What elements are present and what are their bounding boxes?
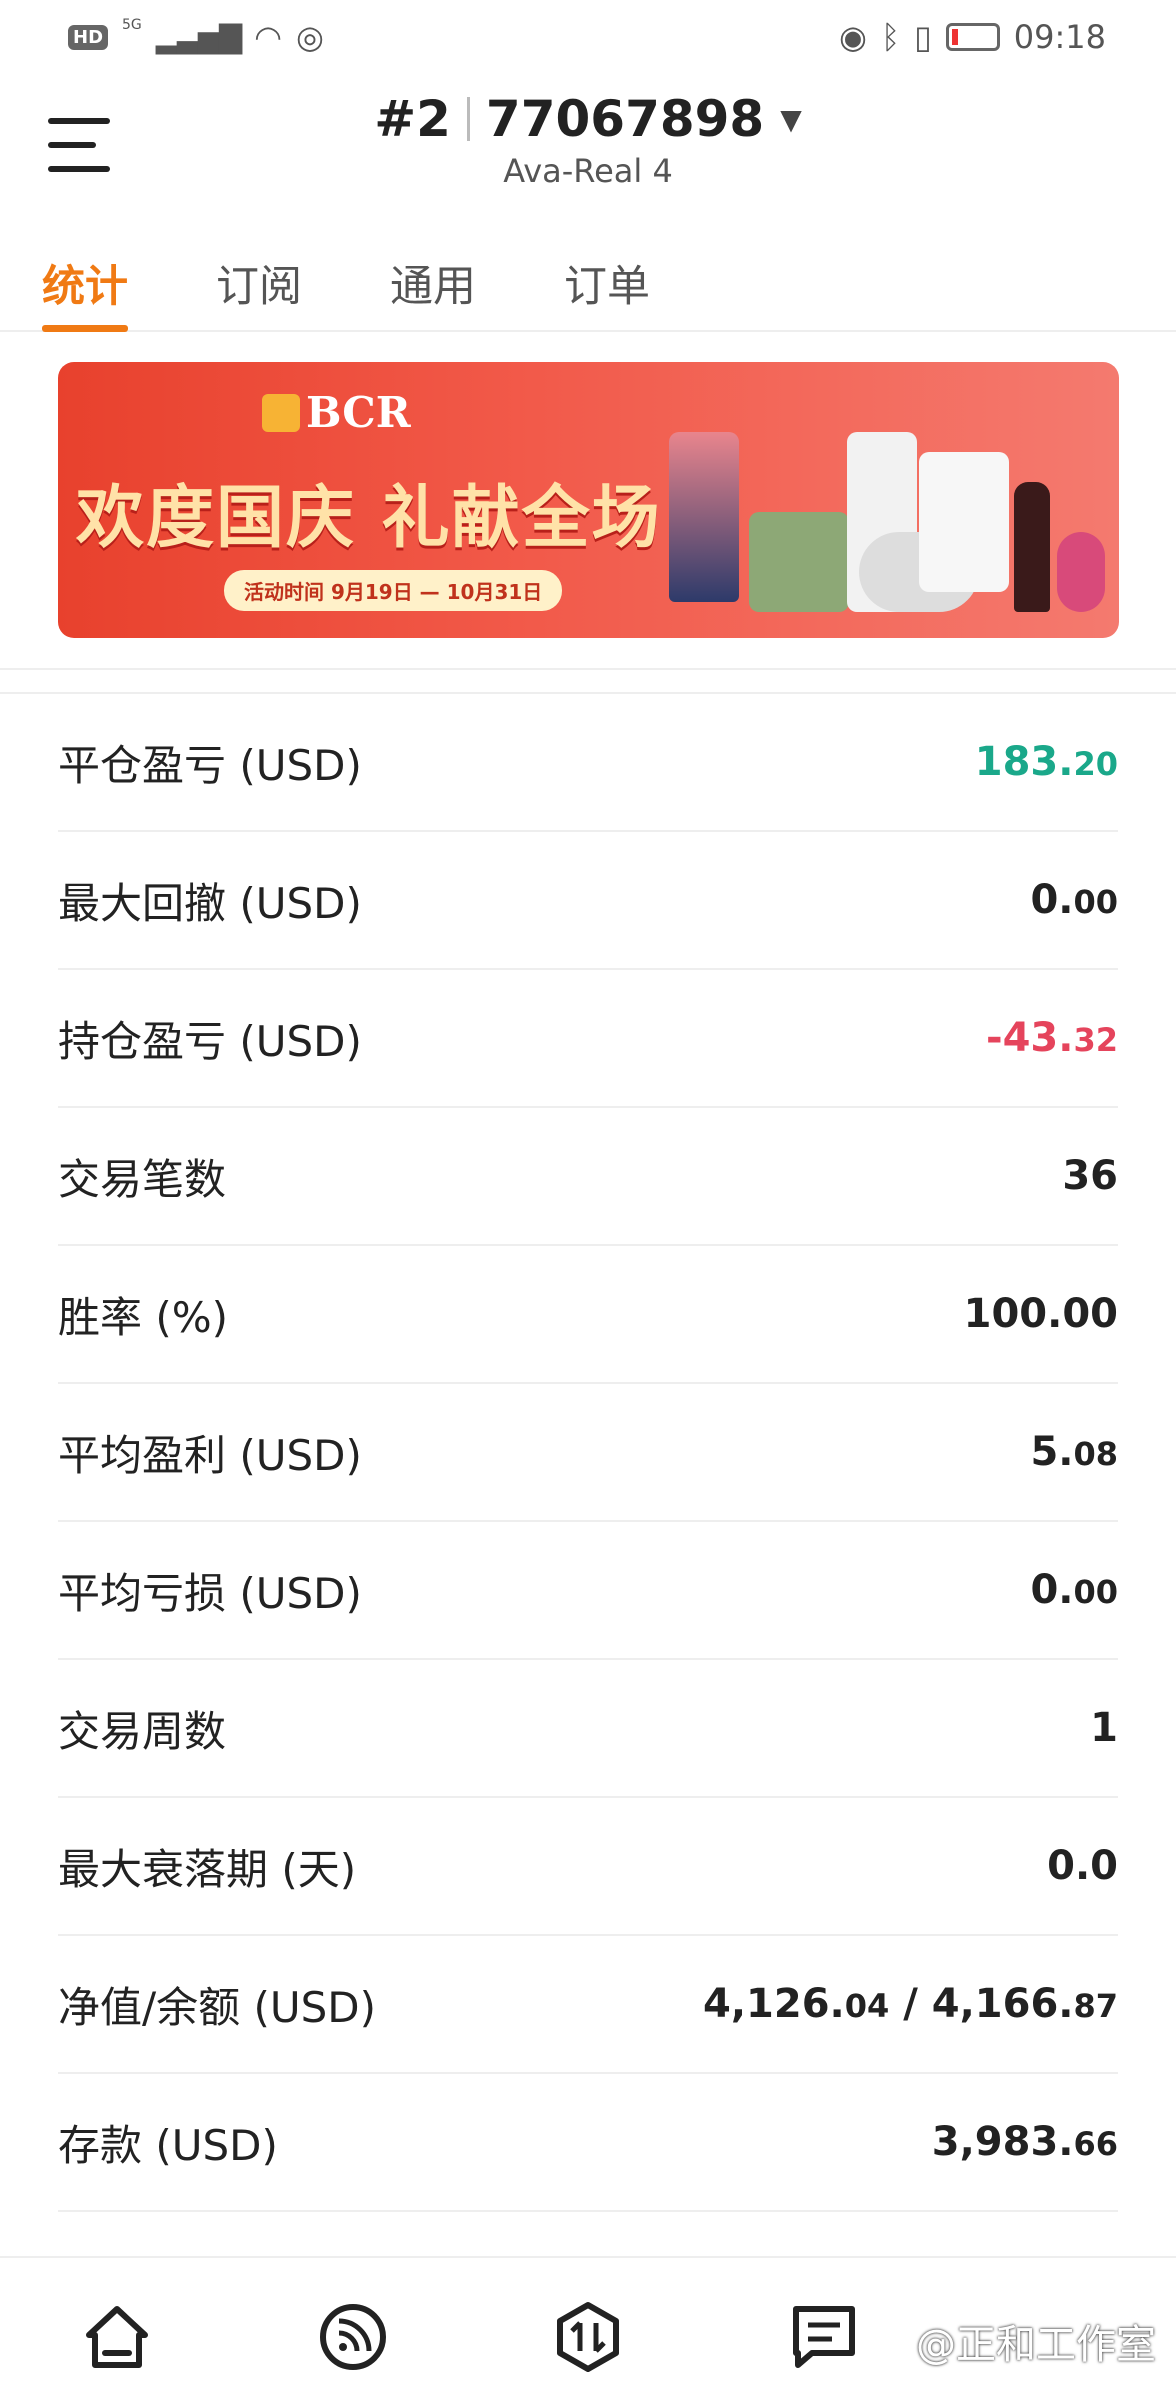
hd-icon: HD bbox=[68, 24, 109, 50]
wifi-icon: ◠ bbox=[254, 18, 282, 56]
stat-label: 净值/余额 (USD) bbox=[58, 1982, 377, 2032]
stat-label: 交易笔数 bbox=[58, 1154, 227, 1204]
divider bbox=[466, 97, 470, 141]
status-bar: HD 5G ▂▃▅▇ ◠ ◎ ◉ ᛒ ▯ 09:18 bbox=[0, 0, 1176, 76]
stat-label: 平仓盈亏 (USD) bbox=[58, 740, 362, 790]
account-id: 77067898 bbox=[485, 90, 765, 148]
stat-row: 持仓盈亏 (USD) -43.32 bbox=[58, 970, 1118, 1108]
stat-label: 最大衰落期 (天) bbox=[58, 1844, 357, 1894]
stats-list: 平仓盈亏 (USD) 183.20 最大回撤 (USD) 0.00 持仓盈亏 (… bbox=[0, 692, 1176, 2212]
tab-general[interactable]: 通用 bbox=[390, 208, 476, 332]
signal-icon: ▂▃▅▇ bbox=[155, 19, 242, 55]
orders-icon[interactable] bbox=[785, 2298, 863, 2376]
caret-down-icon: ▼ bbox=[780, 102, 802, 136]
promo-banner[interactable]: BCR 欢度国庆 礼献全场 活动时间 9月19日 — 10月31日 bbox=[58, 362, 1119, 638]
product-images bbox=[669, 382, 1105, 622]
date-pill: 活动时间 9月19日 — 10月31日 bbox=[224, 570, 563, 611]
stat-value: 4,126.04 / 4,166.87 bbox=[703, 1981, 1118, 2027]
stat-value: 36 bbox=[1062, 1153, 1118, 1199]
bottom-nav: @正和工作室 bbox=[0, 2256, 1176, 2400]
stat-label: 胜率 (%) bbox=[58, 1292, 229, 1342]
account-selector[interactable]: #2 77067898 ▼ Ava-Real 4 bbox=[0, 90, 1176, 190]
eye-icon: ◉ bbox=[839, 18, 867, 56]
tab-bar: 统计 订阅 通用 订单 bbox=[0, 208, 1176, 332]
watermark: @正和工作室 bbox=[916, 2304, 1156, 2370]
stat-label: 平均亏损 (USD) bbox=[58, 1568, 362, 1618]
rss-icon[interactable] bbox=[314, 2298, 392, 2376]
stat-row: 净值/余额 (USD) 4,126.04 / 4,166.87 bbox=[58, 1936, 1118, 2074]
stat-value: 183.20 bbox=[974, 739, 1118, 785]
blender-image bbox=[669, 432, 739, 602]
app-header: #2 77067898 ▼ Ava-Real 4 bbox=[0, 76, 1176, 208]
stat-value: 100.00 bbox=[963, 1291, 1118, 1337]
stat-label: 交易周数 bbox=[58, 1706, 227, 1756]
stat-label: 存款 (USD) bbox=[58, 2120, 278, 2170]
stat-value: 1 bbox=[1090, 1705, 1118, 1751]
bcr-logo: BCR bbox=[262, 388, 411, 437]
clock: 09:18 bbox=[1013, 18, 1106, 56]
stat-row: 最大衰落期 (天) 0.0 bbox=[58, 1798, 1118, 1936]
banner-section: BCR 欢度国庆 礼献全场 活动时间 9月19日 — 10月31日 bbox=[0, 332, 1176, 670]
account-name: Ava-Real 4 bbox=[503, 152, 673, 190]
stat-label: 最大回撤 (USD) bbox=[58, 878, 362, 928]
stat-row: 平均盈利 (USD) 5.08 bbox=[58, 1384, 1118, 1522]
banner-headline: 欢度国庆 礼献全场 bbox=[76, 479, 662, 558]
stat-label: 平均盈利 (USD) bbox=[58, 1430, 362, 1480]
vibrate-icon: ▯ bbox=[914, 18, 932, 56]
purifier-image bbox=[919, 452, 1009, 592]
logo-text: BCR bbox=[306, 388, 411, 437]
stat-value: 0.0 bbox=[1047, 1843, 1118, 1889]
wine-image bbox=[1014, 482, 1050, 612]
stat-value: 5.08 bbox=[1030, 1429, 1118, 1475]
tab-stats[interactable]: 统计 bbox=[42, 208, 128, 332]
tab-orders[interactable]: 订单 bbox=[564, 208, 650, 332]
stat-label: 持仓盈亏 (USD) bbox=[58, 1016, 362, 1066]
watermark-text: @正和工作室 bbox=[916, 2322, 1156, 2368]
bluetooth-icon: ᛒ bbox=[880, 18, 901, 56]
stat-value: 3,983.66 bbox=[931, 2119, 1118, 2165]
stat-row: 存款 (USD) 3,983.66 bbox=[58, 2074, 1118, 2212]
tab-subscribe[interactable]: 订阅 bbox=[216, 208, 302, 332]
stat-row: 最大回撤 (USD) 0.00 bbox=[58, 832, 1118, 970]
battery-icon bbox=[945, 23, 1000, 51]
stat-row: 交易笔数 36 bbox=[58, 1108, 1118, 1246]
stat-row: 平均亏损 (USD) 0.00 bbox=[58, 1522, 1118, 1660]
trade-icon[interactable] bbox=[549, 2298, 627, 2376]
toaster-image bbox=[749, 512, 849, 612]
account-number: #2 bbox=[374, 90, 451, 148]
stat-row: 平仓盈亏 (USD) 183.20 bbox=[58, 694, 1118, 832]
stat-value: 0.00 bbox=[1030, 877, 1118, 923]
stat-value: 0.00 bbox=[1030, 1567, 1118, 1613]
home-icon[interactable] bbox=[78, 2298, 156, 2376]
hairdryer-image bbox=[1057, 532, 1105, 612]
data-icon: ◎ bbox=[296, 18, 324, 56]
logo-mark bbox=[262, 393, 300, 432]
stat-row: 胜率 (%) 100.00 bbox=[58, 1246, 1118, 1384]
network-label: 5G bbox=[122, 17, 142, 33]
stat-row: 交易周数 1 bbox=[58, 1660, 1118, 1798]
stat-value: -43.32 bbox=[986, 1015, 1118, 1061]
